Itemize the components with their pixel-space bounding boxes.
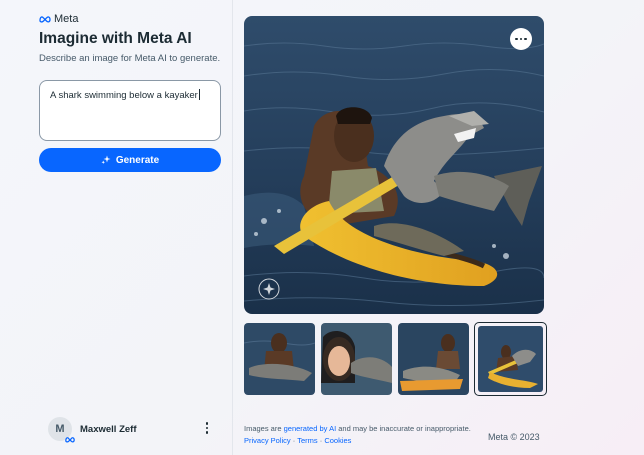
user-profile[interactable]: M Maxwell Zeff bbox=[48, 416, 220, 443]
page-subtitle: Describe an image for Meta AI to generat… bbox=[39, 53, 221, 64]
footer: Images are generated by AI and may be in… bbox=[244, 423, 471, 447]
generated-image[interactable] bbox=[244, 16, 544, 314]
text-caret bbox=[198, 89, 200, 100]
disclaimer: Images are generated by AI and may be in… bbox=[244, 423, 471, 435]
meta-logo-text: Meta bbox=[54, 13, 79, 25]
thumbnail-4-image bbox=[478, 326, 543, 392]
user-name: Maxwell Zeff bbox=[80, 423, 137, 435]
more-options-icon[interactable] bbox=[510, 28, 532, 50]
terms-link[interactable]: Terms bbox=[297, 436, 317, 445]
copyright: Meta © 2023 bbox=[488, 432, 540, 442]
privacy-policy-link[interactable]: Privacy Policy bbox=[244, 436, 291, 445]
thumbnail-strip bbox=[244, 322, 547, 396]
meta-logo-icon bbox=[39, 16, 51, 23]
left-panel: Meta Imagine with Meta AI Describe an im… bbox=[0, 0, 233, 455]
watermark-icon bbox=[258, 278, 280, 300]
thumbnail-4-selected[interactable] bbox=[474, 322, 547, 396]
prompt-input[interactable]: A shark swimming below a kayaker bbox=[39, 80, 221, 141]
avatar[interactable]: M bbox=[48, 417, 75, 443]
disclaimer-text-end: and may be inaccurate or inappropriate. bbox=[336, 424, 471, 433]
thumbnail-2[interactable] bbox=[321, 323, 392, 395]
generate-label: Generate bbox=[115, 154, 160, 166]
meta-logo[interactable]: Meta bbox=[39, 13, 78, 25]
page-title: Imagine with Meta AI bbox=[39, 30, 192, 47]
generate-button[interactable]: Generate bbox=[39, 148, 221, 172]
avatar-initial: M bbox=[55, 423, 65, 435]
cookies-link[interactable]: Cookies bbox=[324, 436, 351, 445]
thumbnail-1[interactable] bbox=[244, 323, 315, 395]
sparkle-icon bbox=[101, 155, 111, 164]
prompt-text: A shark swimming below a kayaker bbox=[50, 90, 198, 101]
meta-badge-icon bbox=[65, 437, 75, 443]
shark-kayak-image bbox=[244, 16, 544, 314]
disclaimer-text: Images are bbox=[244, 424, 284, 433]
generated-by-ai-link[interactable]: generated by AI bbox=[284, 424, 337, 433]
kebab-menu-icon[interactable] bbox=[205, 422, 208, 434]
thumbnail-3[interactable] bbox=[398, 323, 469, 395]
footer-links: Privacy Policy · Terms · Cookies bbox=[244, 435, 471, 447]
